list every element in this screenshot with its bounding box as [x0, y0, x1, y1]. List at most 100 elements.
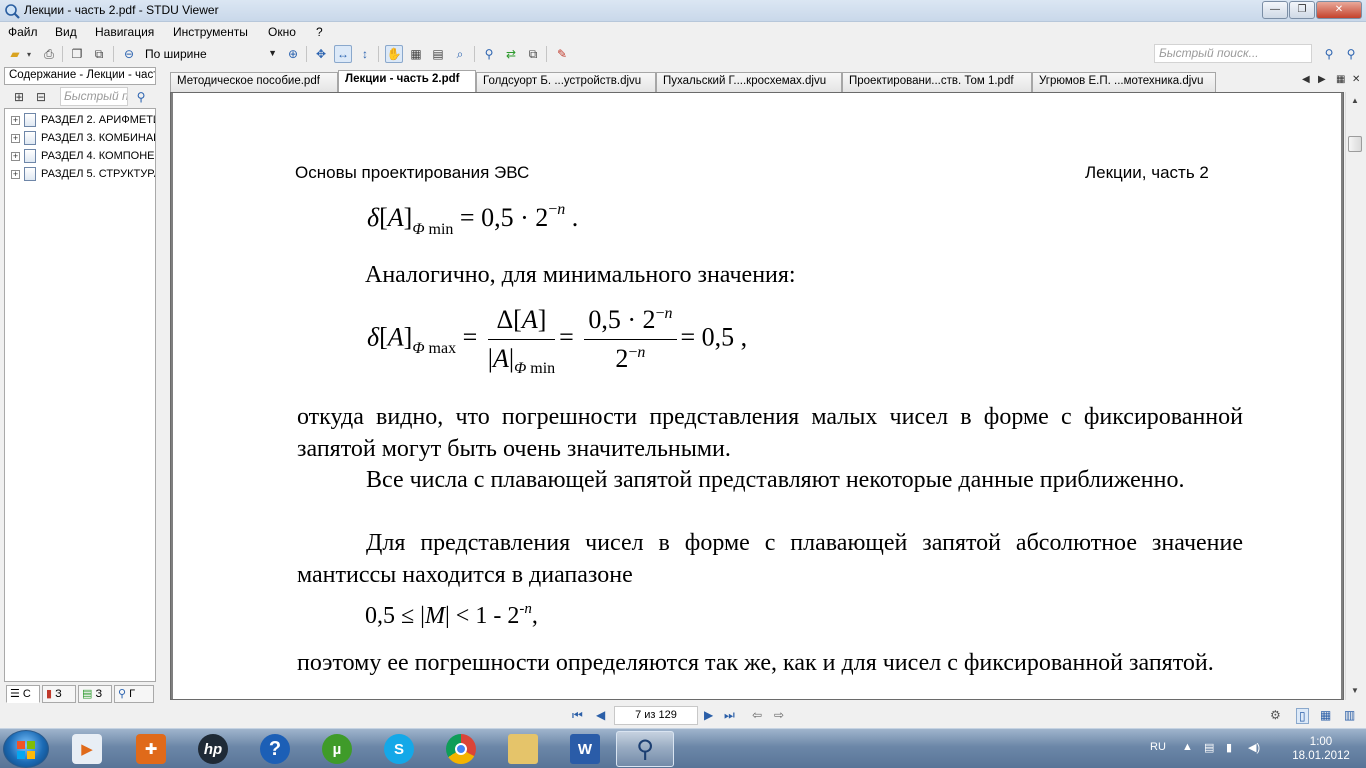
select-text-icon[interactable]: ▤ [429, 45, 447, 63]
taskbar-help[interactable]: ? [246, 731, 304, 767]
scroll-up-icon[interactable]: ▲ [1347, 93, 1363, 109]
document-icon [24, 149, 36, 163]
formula-mantissa-range: 0,5 ≤ |M| < 1 - 2-n, [365, 601, 538, 629]
document-viewport[interactable]: Основы проектирования ЭВС Лекции, часть … [170, 92, 1344, 700]
tree-item-label: РАЗДЕЛ 4. КОМПОНЕНТЫ [41, 150, 155, 162]
collapse-all-icon[interactable]: ⊟ [32, 88, 50, 106]
two-page-view-icon[interactable]: ▦ [1320, 708, 1331, 722]
open-folder-icon[interactable]: ▰ [6, 45, 24, 63]
tree-item[interactable]: + РАЗДЕЛ 2. АРИФМЕТИЧЕСКИЕ ОСНОВЫ ЭВМ [11, 112, 155, 128]
tree-item[interactable]: + РАЗДЕЛ 3. КОМБИНАЦИОННЫЕ СХЕМЫ [11, 130, 155, 146]
expand-all-icon[interactable]: ⊞ [10, 88, 28, 106]
taskbar-hp[interactable]: hp [184, 731, 242, 767]
expand-plus-icon[interactable]: + [11, 115, 20, 125]
tab-doc-6[interactable]: Угрюмов Е.П. ...мотехника.djvu [1032, 72, 1216, 92]
menu-tools[interactable]: Инструменты [173, 25, 248, 39]
taskbar-stdu-viewer[interactable]: ⚲ [616, 731, 674, 767]
separator [474, 46, 475, 62]
menu-help[interactable]: ? [316, 25, 323, 39]
tab-bookmarks[interactable]: ▮ З [42, 685, 76, 703]
tab-doc-3[interactable]: Голдсуорт Б. ...устройств.djvu [476, 72, 656, 92]
dropdown-arrow-icon[interactable]: ▾ [24, 45, 34, 63]
separator [306, 46, 307, 62]
tab-doc-4[interactable]: Пухальский Г....кросхемах.djvu [656, 72, 842, 92]
zoom-in-icon[interactable]: ⊕ [284, 45, 302, 63]
history-back-icon[interactable]: ⇦ [752, 708, 762, 722]
taskbar-chrome[interactable] [432, 731, 490, 767]
tab-thumbnails[interactable]: ▤ З [78, 685, 112, 703]
panel-tabs: ☰ С ▮ З ▤ З ⚲ Г [4, 683, 156, 705]
fit-width-icon[interactable]: ↔ [334, 45, 352, 63]
highlight-icon[interactable]: ✎ [553, 45, 571, 63]
tab-doc-2[interactable]: Лекции - часть 2.pdf [338, 70, 476, 92]
sync-arrows-icon[interactable]: ⇄ [502, 45, 520, 63]
contents-search-input[interactable]: Быстрый поиск [60, 87, 128, 106]
tree-item[interactable]: + РАЗДЕЛ 5. СТРУКТУРА [11, 166, 155, 182]
last-page-icon[interactable]: ⏭ [724, 708, 735, 723]
maximize-button[interactable]: ❐ [1289, 1, 1315, 19]
start-button[interactable] [3, 730, 49, 768]
continuous-view-icon[interactable]: ▥ [1344, 708, 1355, 722]
binoculars-icon[interactable]: ⚲ [132, 88, 150, 106]
tab-scroll-right-icon[interactable]: ▶ [1318, 74, 1326, 85]
menu-window[interactable]: Окно [268, 25, 296, 39]
scrollbar-thumb[interactable] [1348, 136, 1362, 152]
tab-doc-5[interactable]: Проектировани...ств. Том 1.pdf [842, 72, 1032, 92]
taskbar-skype[interactable]: S [370, 731, 428, 767]
select-image-icon[interactable]: ▦ [407, 45, 425, 63]
vertical-scrollbar[interactable]: ▲ ▼ [1345, 92, 1364, 700]
single-page-view-icon[interactable]: ▯ [1296, 708, 1309, 724]
next-page-icon[interactable]: ▶ [704, 708, 713, 722]
taskbar-word[interactable]: W [556, 731, 614, 767]
page-number-input[interactable]: 7 из 129 [614, 706, 698, 725]
formula-delta-max: δ[A]Φ max = Δ[A] |A|Φ min = 0,5 · 2−n 2−n = … [367, 305, 748, 377]
tab-doc-1[interactable]: Методическое пособие.pdf [170, 72, 338, 92]
taskbar-explorer[interactable] [494, 731, 552, 767]
menu-navigation[interactable]: Навигация [95, 25, 154, 39]
scroll-down-icon[interactable]: ▼ [1347, 683, 1363, 699]
power-icon[interactable]: ▮ [1226, 741, 1232, 754]
tab-search[interactable]: ⚲ Г [114, 685, 154, 703]
tab-close-icon[interactable]: ✕ [1352, 74, 1360, 85]
expand-plus-icon[interactable]: + [11, 133, 20, 143]
settings-icon[interactable]: ⚙ [1270, 708, 1281, 722]
close-button[interactable]: ✕ [1316, 1, 1362, 19]
menu-view[interactable]: Вид [55, 25, 77, 39]
tree-item[interactable]: + РАЗДЕЛ 4. КОМПОНЕНТЫ [11, 148, 155, 164]
menu-file[interactable]: Файл [8, 25, 38, 39]
show-hidden-icons-icon[interactable]: ▲ [1182, 741, 1193, 753]
zoom-out-icon[interactable]: ⊖ [120, 45, 138, 63]
copy-page-icon[interactable]: ❐ [68, 45, 86, 63]
previous-page-icon[interactable]: ◀ [596, 708, 605, 722]
history-forward-icon[interactable]: ⇨ [774, 708, 784, 722]
document-icon [24, 131, 36, 145]
clock[interactable]: 1:00 18.01.2012 [1282, 735, 1360, 763]
hand-tool-icon[interactable]: ✋ [385, 45, 403, 63]
tab-scroll-left-icon[interactable]: ◀ [1302, 74, 1310, 85]
language-indicator[interactable]: RU [1150, 741, 1166, 753]
zoom-mode-select[interactable]: По ширине ▼ [138, 44, 280, 63]
page-layout-icon[interactable]: ⧉ [90, 45, 108, 63]
skype-icon: S [384, 734, 414, 764]
volume-icon[interactable]: ◀) [1248, 741, 1260, 754]
magnifier-icon[interactable]: ⌕ [451, 45, 469, 63]
fit-height-icon[interactable]: ↕ [356, 45, 374, 63]
expand-plus-icon[interactable]: + [11, 151, 20, 161]
search-next-icon[interactable]: ⚲ [1320, 45, 1338, 63]
find-icon[interactable]: ⚲ [480, 45, 498, 63]
fit-page-icon[interactable]: ✥ [312, 45, 330, 63]
stdu-viewer-icon [5, 4, 20, 19]
minimize-button[interactable]: — [1262, 1, 1288, 19]
first-page-icon[interactable]: ⏮ [572, 708, 583, 723]
network-icon[interactable]: ▤ [1204, 741, 1214, 754]
tab-contents[interactable]: ☰ С [6, 685, 40, 703]
quick-search-input[interactable]: Быстрый поиск... [1154, 44, 1312, 63]
search-options-icon[interactable]: ⚲ [1342, 45, 1360, 63]
taskbar-utorrent[interactable]: µ [308, 731, 366, 767]
tab-list-icon[interactable]: ▦ [1336, 74, 1345, 85]
expand-plus-icon[interactable]: + [11, 169, 20, 179]
taskbar-office-app[interactable]: ✚ [122, 731, 180, 767]
taskbar-media-player[interactable]: ▶ [58, 731, 116, 767]
pages-icon[interactable]: ⧉ [524, 45, 542, 63]
print-icon[interactable]: ⎙ [40, 45, 58, 63]
